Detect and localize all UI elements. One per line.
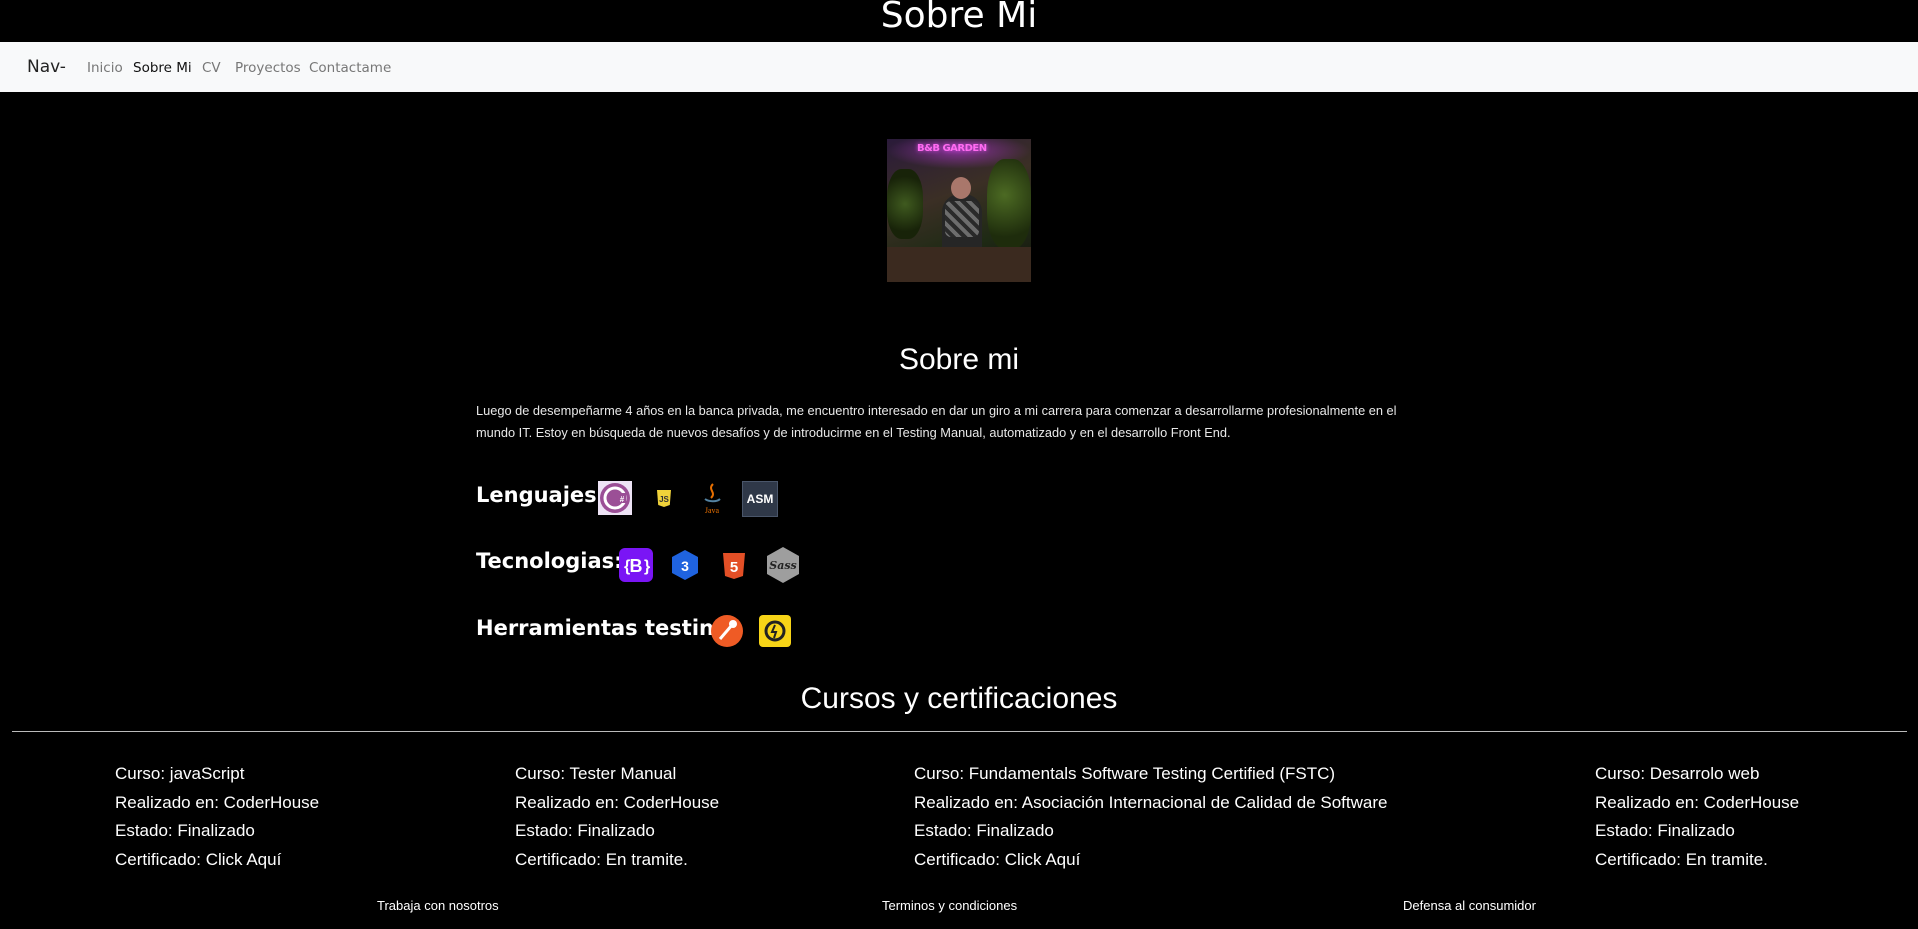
svg-text:5: 5 [730,559,738,576]
course-name: Curso: Desarrolo web [1595,764,1760,783]
svg-text:B: B [630,556,643,576]
about-title: Sobre mi [898,343,1020,376]
course-name: Curso: Tester Manual [515,764,677,783]
course-institution: Realizado en: CoderHouse [1595,792,1800,812]
courses-title: Cursos y certificaciones [800,682,1118,715]
nav-link-contactame[interactable]: Contactame [309,60,391,76]
course-status: Estado: Finalizado [914,821,1054,841]
course-institution: Realizado en: CoderHouse [515,792,720,812]
svg-text:#: # [620,495,625,504]
course-certificate-status: Certificado: En tramite. [515,850,688,870]
footer-link-trabaja[interactable]: Trabaja con nosotros [377,898,499,913]
bootstrap-icon: B{} [619,548,653,582]
postman-icon [710,614,744,648]
svg-text:Sass: Sass [769,559,796,572]
nav-link-sobre-mi[interactable]: Sobre Mi [133,60,192,76]
course-card: Curso: Desarrolo web Realizado en: Coder… [1595,760,1799,875]
course-name: Curso: javaScript [115,764,245,783]
courses-divider [12,731,1907,732]
nav-link-cv[interactable]: CV [202,60,221,76]
navbar-brand[interactable]: Nav- [27,57,66,77]
course-certificate-link[interactable]: Certificado: Click Aquí [914,846,1387,875]
java-icon: Java [695,481,729,515]
csharp-icon: # [598,481,632,515]
testing-tool-icon [758,614,792,648]
course-institution: Realizado en: CoderHouse [115,792,320,812]
svg-text:{: { [624,558,630,575]
about-paragraph: Luego de desempeñarme 4 años en la banca… [476,400,1446,444]
javascript-icon: JS [647,481,681,515]
navbar: Nav- Inicio Sobre Mi CV Proyectos Contac… [0,42,1918,92]
html5-icon: 5 [717,548,751,582]
profile-photo: B&B GARDEN [887,139,1031,282]
nav-link-proyectos[interactable]: Proyectos [235,60,301,76]
svg-text:}: } [644,558,650,575]
nav-link-inicio[interactable]: Inicio [87,60,123,76]
languages-label: Lenguajes: [476,483,606,507]
testing-tools-label: Herramientas testing [476,616,729,640]
course-certificate-link[interactable]: Certificado: Click Aquí [115,846,319,875]
course-card: Curso: Tester Manual Realizado en: Coder… [515,760,719,875]
sass-icon: Sass [764,546,802,584]
course-institution: Realizado en: Asociación Internacional d… [914,792,1388,812]
course-status: Estado: Finalizado [515,821,655,841]
course-certificate-status: Certificado: En tramite. [1595,850,1768,870]
course-card: Curso: Fundamentals Software Testing Cer… [914,760,1387,875]
css3-icon: 3 [668,548,702,582]
about-line-1: Luego de desempeñarme 4 años en la banca… [476,403,1397,418]
asm-icon: ASM [742,481,778,517]
footer-link-defensa[interactable]: Defensa al consumidor [1403,898,1536,913]
svg-text:3: 3 [681,558,689,574]
svg-text:JS: JS [659,495,669,504]
photo-neon-sign: B&B GARDEN [917,143,987,154]
footer-link-terminos[interactable]: Terminos y condiciones [882,898,1017,913]
course-status: Estado: Finalizado [115,821,255,841]
course-name: Curso: Fundamentals Software Testing Cer… [914,764,1336,783]
java-icon-text: Java [704,505,720,515]
course-status: Estado: Finalizado [1595,821,1735,841]
course-card: Curso: javaScript Realizado en: CoderHou… [115,760,319,875]
about-line-2: mundo IT. Estoy en búsqueda de nuevos de… [476,425,1231,440]
technologies-label: Tecnologias: [476,549,623,573]
page-title: Sobre Mi [0,0,1918,42]
